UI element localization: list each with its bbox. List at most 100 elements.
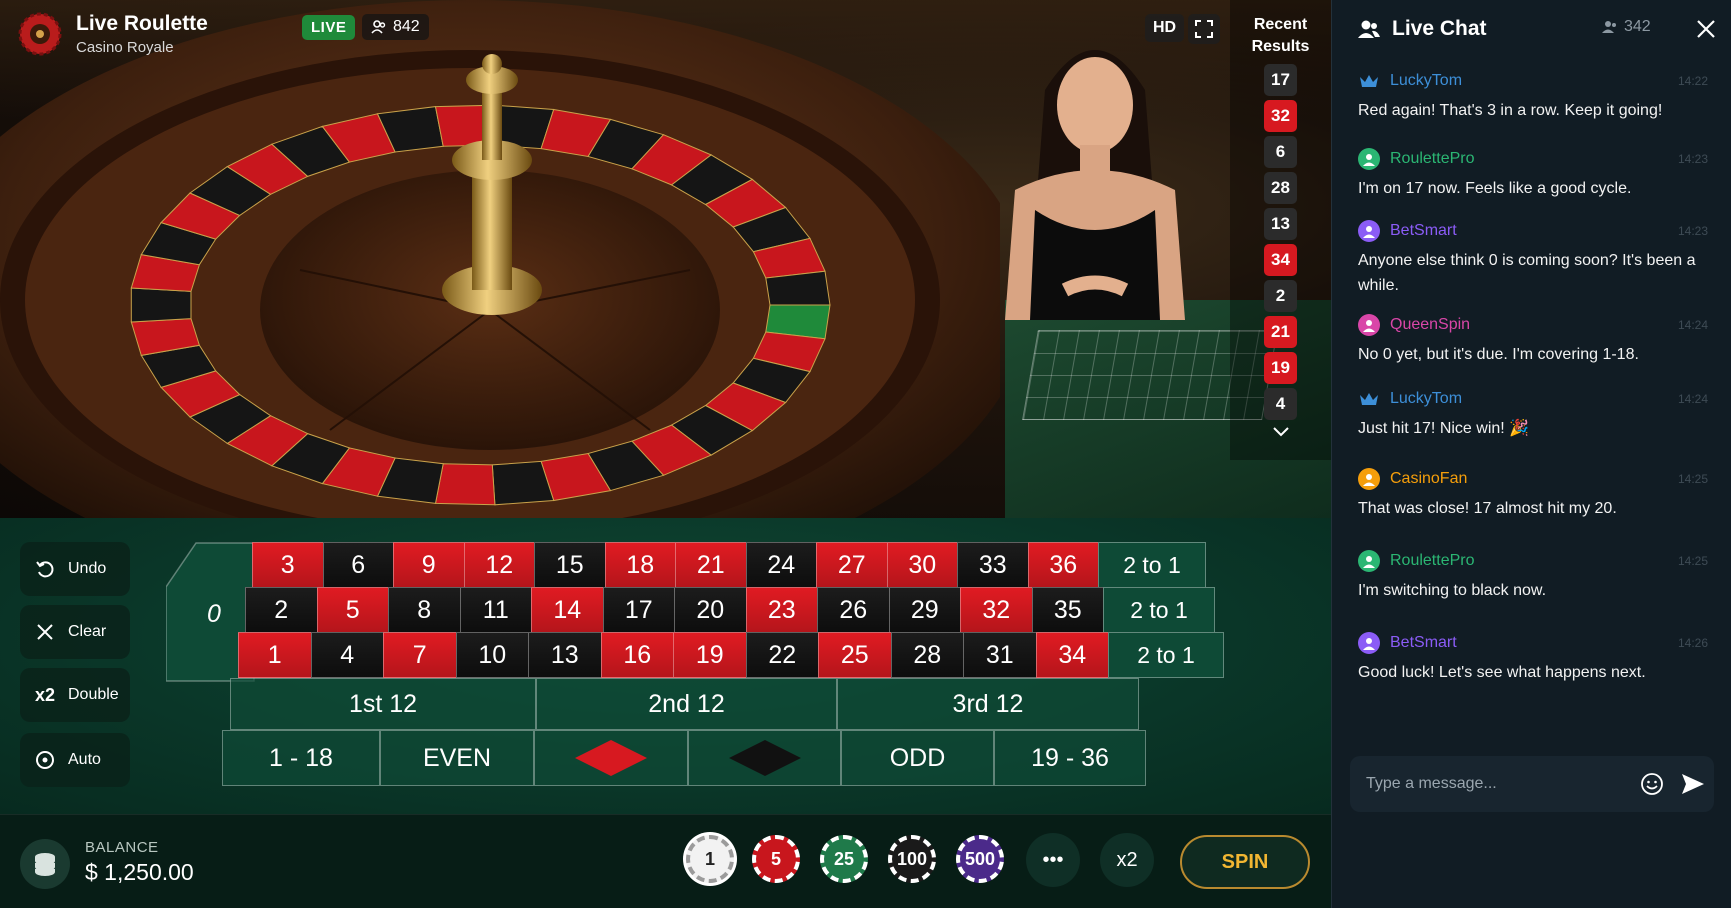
chat-username[interactable]: BetSmart [1390,634,1457,652]
recent-result-item: 19 [1264,352,1297,384]
number-cell[interactable]: 28 [890,632,964,678]
double-button[interactable]: x2 Double [20,668,130,722]
number-cell[interactable]: 4 [310,632,384,678]
number-cell[interactable]: 17 [602,587,675,633]
recent-results-title: Recent Results [1251,16,1310,55]
dozen-bet-cell[interactable]: 3rd 12 [837,678,1139,730]
number-cell[interactable]: 13 [528,632,602,678]
number-cell[interactable]: 14 [531,587,604,633]
column-bet-cell[interactable]: 2 to 1 [1108,632,1224,678]
chat-timestamp: 14:22 [1677,74,1708,88]
low-bet-cell[interactable]: 1 - 18 [222,730,380,786]
black-bet-cell[interactable] [688,730,841,786]
crown-icon [1358,388,1380,410]
number-cell[interactable]: 7 [383,632,457,678]
number-cell[interactable]: 22 [745,632,819,678]
number-cell[interactable]: 25 [818,632,892,678]
column-bet-cell[interactable]: 2 to 1 [1103,587,1215,633]
number-cell[interactable]: 11 [459,587,532,633]
number-cell[interactable]: 24 [745,542,817,588]
chip-500[interactable]: 500 [956,835,1004,883]
recent-result-item: 13 [1264,208,1297,240]
chip-5[interactable]: 5 [752,835,800,883]
number-cell[interactable]: 10 [455,632,529,678]
number-cell[interactable]: 31 [963,632,1037,678]
number-cell[interactable]: 16 [600,632,674,678]
roulette-wheel [0,0,1000,518]
undo-icon [34,558,56,580]
chip-100[interactable]: 100 [888,835,936,883]
chat-username[interactable]: RoulettePro [1390,150,1475,168]
number-cell[interactable]: 15 [534,542,606,588]
recent-result-item: 4 [1264,388,1297,420]
hd-quality-button[interactable]: HD [1145,14,1185,42]
number-cell[interactable]: 33 [957,542,1029,588]
number-cell[interactable]: 12 [463,542,535,588]
user-icon [1358,468,1380,490]
send-icon[interactable] [1680,771,1706,797]
number-cell[interactable]: 1 [238,632,312,678]
chat-message: QueenSpin 14:24 No 0 yet, but it's due. I'… [1358,314,1708,367]
undo-button[interactable]: Undo [20,542,130,596]
number-cell[interactable]: 34 [1035,632,1109,678]
app-subtitle: Casino Royale [76,39,174,56]
live-badge: LIVE [302,15,356,40]
chat-message-text: That was close! 17 almost hit my 20. [1358,500,1617,517]
recent-result-item: 34 [1264,244,1297,276]
black-diamond-icon [728,740,801,776]
emoji-icon[interactable] [1640,772,1664,796]
number-cell[interactable]: 9 [393,542,465,588]
number-cell[interactable]: 19 [673,632,747,678]
chat-message-input[interactable] [1366,770,1616,798]
roulette-logo-icon [18,12,62,56]
dozen-bet-cell[interactable]: 1st 12 [230,678,536,730]
user-icon [1358,148,1380,170]
number-cell[interactable]: 5 [316,587,389,633]
chat-username[interactable]: QueenSpin [1390,316,1470,334]
chat-panel: Live Chat 342 LuckyTom 14:22 Red again! Th… [1331,0,1731,908]
number-cell[interactable]: 20 [674,587,747,633]
number-cell[interactable]: 3 [252,542,324,588]
number-cell[interactable]: 21 [675,542,747,588]
betting-area: Undo Clear x2 Double Auto 0 3 6 9 12 15 18 21 2… [0,518,1331,814]
red-bet-cell[interactable] [534,730,688,786]
close-chat-button[interactable] [1693,16,1719,42]
number-cell[interactable]: 36 [1027,542,1099,588]
balance-label: BALANCE [85,839,159,856]
number-cell[interactable]: 35 [1031,587,1104,633]
chat-username[interactable]: CasinoFan [1390,470,1467,488]
chat-user-count-value: 342 [1624,18,1651,35]
number-cell[interactable]: 18 [604,542,676,588]
even-bet-cell[interactable]: EVEN [380,730,534,786]
spin-button[interactable]: SPIN [1180,835,1310,889]
chat-username[interactable]: LuckyTom [1390,390,1462,408]
auto-button[interactable]: Auto [20,733,130,787]
chat-username[interactable]: LuckyTom [1390,72,1462,90]
number-cell[interactable]: 8 [388,587,461,633]
number-cell[interactable]: 27 [816,542,888,588]
fullscreen-button[interactable] [1188,14,1220,44]
column-bet-cell[interactable]: 2 to 1 [1098,542,1206,588]
chat-message-text: No 0 yet, but it's due. I'm covering 1-1… [1358,346,1639,363]
number-cell[interactable]: 26 [817,587,890,633]
dozen-bet-cell[interactable]: 2nd 12 [536,678,837,730]
clear-button[interactable]: Clear [20,605,130,659]
number-cell[interactable]: 6 [322,542,394,588]
number-cell[interactable]: 29 [888,587,961,633]
chat-username[interactable]: RoulettePro [1390,552,1475,570]
user-icon [1358,314,1380,336]
recent-results-expand-button[interactable] [1230,426,1331,438]
x2-button[interactable]: x2 [1100,833,1154,887]
chat-timestamp: 14:25 [1677,554,1708,568]
number-cell[interactable]: 32 [960,587,1033,633]
number-cell[interactable]: 23 [745,587,818,633]
odd-bet-cell[interactable]: ODD [841,730,994,786]
number-cell[interactable]: 30 [886,542,958,588]
chip-25[interactable]: 25 [820,835,868,883]
more-options-button[interactable]: ••• [1026,833,1080,887]
chip-1[interactable]: 1 [686,835,734,883]
chat-title: Live Chat [1392,17,1487,40]
high-bet-cell[interactable]: 19 - 36 [994,730,1146,786]
chat-username[interactable]: BetSmart [1390,222,1457,240]
number-cell[interactable]: 2 [245,587,318,633]
